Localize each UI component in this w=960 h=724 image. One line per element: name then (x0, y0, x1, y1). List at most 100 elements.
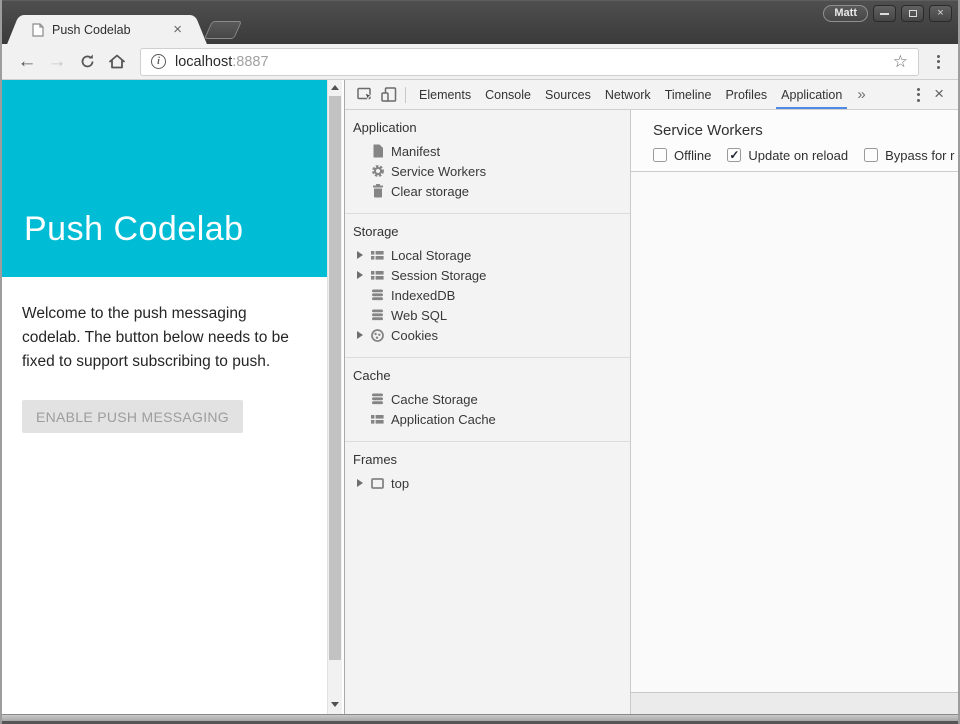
more-tabs-button[interactable]: » (849, 86, 873, 103)
reload-icon (79, 53, 96, 70)
browser-window: Push Codelab × Matt × ← → i localhost :8… (0, 0, 960, 724)
page-info-icon[interactable]: i (151, 54, 166, 69)
tab-timeline[interactable]: Timeline (658, 80, 719, 109)
browser-tab[interactable]: Push Codelab × (22, 15, 192, 44)
maximize-icon (909, 10, 917, 17)
page-icon (32, 23, 44, 37)
browser-menu-button[interactable] (929, 51, 948, 73)
sidebar-item-application-cache[interactable]: Application Cache (345, 409, 630, 429)
service-workers-panel: Service Workers Offline ✓ Update on relo… (631, 110, 958, 714)
tab-title: Push Codelab (52, 23, 171, 37)
user-profile-button[interactable]: Matt (823, 5, 868, 22)
home-button[interactable] (104, 49, 130, 75)
devtools-toolbar-right: × (909, 84, 954, 106)
inspect-cursor-icon (357, 87, 373, 102)
trash-icon (370, 184, 385, 199)
scroll-up-arrow[interactable] (328, 80, 342, 95)
sidebar-item-service-workers[interactable]: Service Workers (345, 161, 630, 181)
expand-arrow-icon[interactable] (357, 479, 363, 487)
section-title: Cache (345, 366, 630, 389)
checkbox-unchecked-icon[interactable] (864, 148, 878, 162)
devtools-toolbar: Elements Console Sources Network Timelin… (345, 80, 958, 110)
devtools-close-button[interactable]: × (928, 84, 954, 106)
sidebar-section-cache: Cache Cache Storage Application Cache (345, 358, 630, 442)
scrollbar-thumb[interactable] (329, 96, 341, 660)
sidebar-item-indexeddb[interactable]: IndexedDB (345, 285, 630, 305)
panel-title: Service Workers (653, 122, 958, 139)
offline-checkbox[interactable]: Offline (653, 148, 711, 163)
section-title: Frames (345, 450, 630, 473)
home-icon (108, 53, 126, 70)
expand-arrow-icon[interactable] (357, 271, 363, 279)
sidebar-item-manifest[interactable]: Manifest (345, 141, 630, 161)
table-grid-icon (370, 268, 385, 283)
panel-content-empty (631, 172, 958, 692)
checkbox-checked-icon[interactable]: ✓ (727, 148, 741, 162)
tab-console[interactable]: Console (478, 80, 538, 109)
sidebar-item-top-frame[interactable]: top (345, 473, 630, 493)
tab-profiles[interactable]: Profiles (718, 80, 774, 109)
section-title: Application (345, 118, 630, 141)
sidebar-item-cache-storage[interactable]: Cache Storage (345, 389, 630, 409)
table-grid-icon (370, 248, 385, 263)
tab-strip: Push Codelab × (10, 15, 238, 44)
minimize-button[interactable] (873, 5, 896, 22)
new-tab-button[interactable] (204, 21, 242, 39)
expand-arrow-icon[interactable] (357, 331, 363, 339)
page-scrollbar[interactable] (327, 80, 342, 714)
tab-application[interactable]: Application (774, 80, 849, 109)
main-area: Push Codelab Welcome to the push messagi… (2, 80, 958, 714)
tab-elements[interactable]: Elements (412, 80, 478, 109)
address-bar[interactable]: i localhost :8887 ☆ (140, 48, 919, 76)
close-window-button[interactable]: × (929, 5, 952, 22)
forward-button[interactable]: → (44, 49, 70, 75)
panel-bottom-strip (631, 692, 958, 714)
scroll-down-arrow[interactable] (328, 697, 342, 712)
checkbox-unchecked-icon[interactable] (653, 148, 667, 162)
sidebar-item-cookies[interactable]: Cookies (345, 325, 630, 345)
device-toolbar-button[interactable] (377, 84, 401, 106)
database-icon (370, 288, 385, 303)
url-host: localhost (175, 54, 232, 70)
bookmark-star-icon[interactable]: ☆ (893, 52, 908, 72)
device-icon (381, 87, 397, 102)
enable-push-button[interactable]: ENABLE PUSH MESSAGING (22, 400, 243, 433)
panel-header: Service Workers Offline ✓ Update on relo… (631, 110, 958, 172)
expand-arrow-icon[interactable] (357, 251, 363, 259)
sidebar-section-frames: Frames top (345, 442, 630, 505)
section-title: Storage (345, 222, 630, 245)
minimize-icon (880, 13, 889, 15)
sidebar-section-application: Application Manifest Service Workers (345, 110, 630, 214)
tab-network[interactable]: Network (598, 80, 658, 109)
inspect-element-button[interactable] (353, 84, 377, 106)
sidebar-item-clear-storage[interactable]: Clear storage (345, 181, 630, 201)
tab-sources[interactable]: Sources (538, 80, 598, 109)
hero-banner: Push Codelab (2, 80, 327, 277)
sidebar-section-storage: Storage Local Storage Session Storage (345, 214, 630, 358)
gear-icon (370, 164, 385, 179)
sidebar-item-web-sql[interactable]: Web SQL (345, 305, 630, 325)
cookie-icon (370, 328, 385, 343)
url-port: :8887 (232, 54, 268, 70)
devtools-body: Application Manifest Service Workers (345, 110, 958, 714)
window-bottom-border (2, 714, 958, 724)
devtools-menu-button[interactable] (909, 84, 928, 106)
welcome-text: Welcome to the push messaging codelab. T… (22, 302, 309, 374)
tab-close-icon[interactable]: × (171, 22, 184, 37)
application-sidebar: Application Manifest Service Workers (345, 110, 631, 714)
toolbar-separator (405, 87, 406, 103)
back-button[interactable]: ← (14, 49, 40, 75)
update-on-reload-checkbox[interactable]: ✓ Update on reload (727, 148, 848, 163)
reload-button[interactable] (74, 49, 100, 75)
database-icon (370, 308, 385, 323)
bypass-for-network-checkbox[interactable]: Bypass for r (864, 148, 954, 163)
sidebar-item-session-storage[interactable]: Session Storage (345, 265, 630, 285)
titlebar: Push Codelab × Matt × (2, 0, 958, 44)
page-content: Push Codelab Welcome to the push messagi… (2, 80, 327, 714)
sidebar-item-local-storage[interactable]: Local Storage (345, 245, 630, 265)
triangle-down-icon (331, 702, 339, 707)
titlebar-controls: Matt × (823, 5, 952, 22)
frame-icon (370, 476, 385, 491)
database-icon (370, 392, 385, 407)
maximize-button[interactable] (901, 5, 924, 22)
